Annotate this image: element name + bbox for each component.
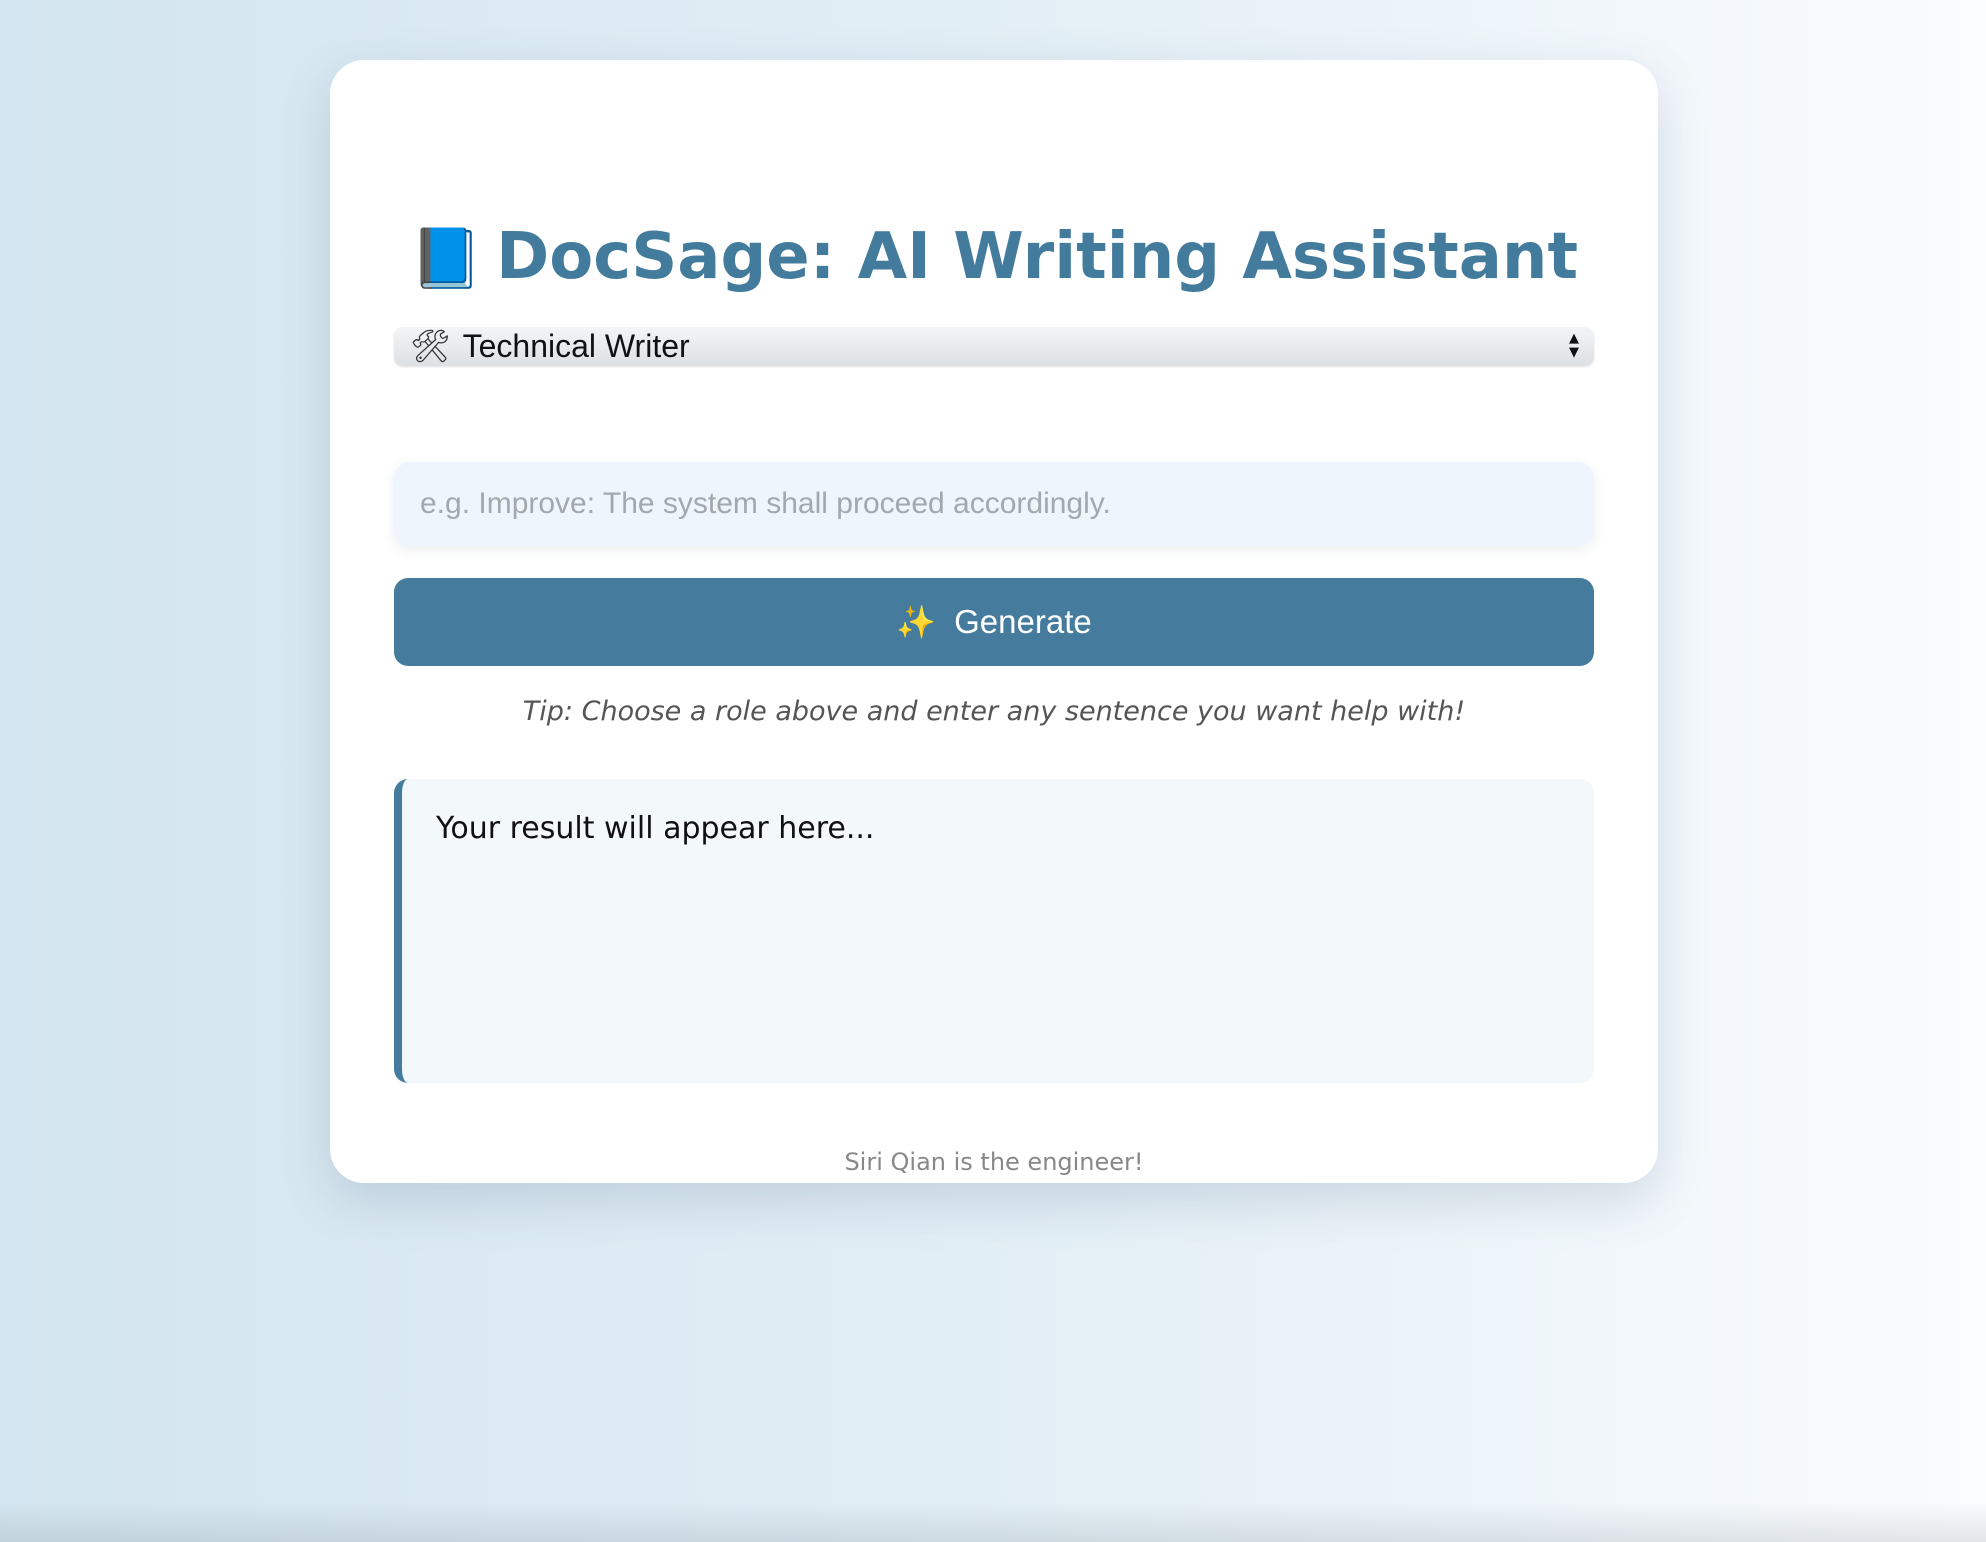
generate-button[interactable]: ✨ Generate [394,578,1594,666]
prompt-input[interactable] [394,462,1594,546]
role-select-value: Technical Writer [462,327,690,364]
tip-text: Tip: Choose a role above and enter any s… [522,696,1466,727]
role-select[interactable]: 🛠 Technical Writer ▲ ▼ [394,326,1594,366]
result-box: Your result will appear here... [394,779,1594,1083]
result-text: Your result will appear here... [436,811,875,846]
select-arrows-icon: ▲ ▼ [1569,331,1579,360]
assistant-card: 📘 DocSage: AI Writing Assistant 🛠 Technic… [330,60,1658,1183]
footer-credit: Siri Qian is the engineer! [844,1148,1144,1176]
page-title: 📘 DocSage: AI Writing Assistant [330,220,1658,294]
hammer-wrench-icon: 🛠 [410,327,451,365]
window-bottom-shadow [0,1502,1986,1542]
page-title-text: DocSage: AI Writing Assistant [496,220,1579,294]
blue-book-icon: 📘 [409,224,483,292]
generate-button-label: Generate [954,603,1092,640]
sparkles-icon: ✨ [896,604,937,640]
